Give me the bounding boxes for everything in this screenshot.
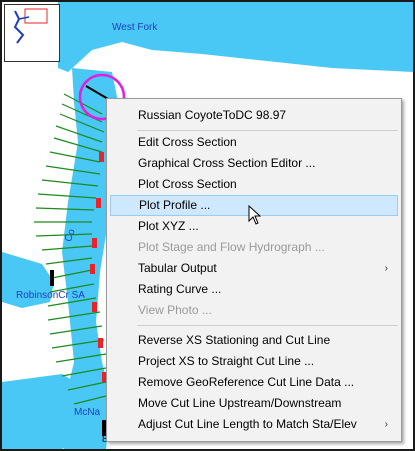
submenu-arrow-icon: ›	[384, 419, 388, 430]
menu-separator	[137, 130, 398, 131]
overview-map[interactable]	[4, 4, 60, 62]
menu-item-label: Adjust Cut Line Length to Match Sta/Elev	[138, 417, 357, 431]
menu-item-plot-stage-flow: Plot Stage and Flow Hydrograph ...	[138, 240, 325, 254]
submenu-arrow-icon: ›	[384, 263, 388, 274]
menu-item-rating-curve[interactable]: Rating Curve ...	[110, 279, 398, 300]
label-robinson: RobinsonCr SA	[16, 290, 85, 301]
menu-item-label: Tabular Output	[138, 261, 217, 275]
menu-item-project-xs[interactable]: Project XS to Straight Cut Line ...	[110, 351, 398, 372]
menu-item-move-cut-line[interactable]: Move Cut Line Upstream/Downstream	[110, 393, 398, 414]
menu-item-view-photo: View Photo ...	[138, 303, 212, 317]
mouse-cursor-icon	[248, 205, 262, 225]
menu-separator	[137, 325, 398, 326]
label-west-fork: West Fork	[112, 22, 158, 33]
menu-header: Russian CoyoteToDC 98.97	[138, 108, 287, 122]
menu-item-remove-georef[interactable]: Remove GeoReference Cut Line Data ...	[110, 372, 398, 393]
label-mcnab: McNa	[74, 407, 101, 418]
water-west-fork	[58, 2, 413, 72]
context-menu: Russian CoyoteToDC 98.97 Edit Cross Sect…	[106, 98, 402, 442]
junction-marker	[50, 270, 54, 286]
map-window: West Fork RobinsonCr SA McNa 85.76 Co Ru…	[0, 0, 415, 451]
menu-item-reverse-xs[interactable]: Reverse XS Stationing and Cut Line	[110, 330, 398, 351]
menu-item-tabular-output[interactable]: Tabular Output ›	[110, 258, 398, 279]
menu-item-plot-cross-section[interactable]: Plot Cross Section	[110, 174, 398, 195]
menu-item-adjust-cut-line[interactable]: Adjust Cut Line Length to Match Sta/Elev…	[110, 414, 398, 435]
menu-item-graphical-xs-editor[interactable]: Graphical Cross Section Editor ...	[110, 153, 398, 174]
menu-item-edit-cross-section[interactable]: Edit Cross Section	[110, 132, 398, 153]
